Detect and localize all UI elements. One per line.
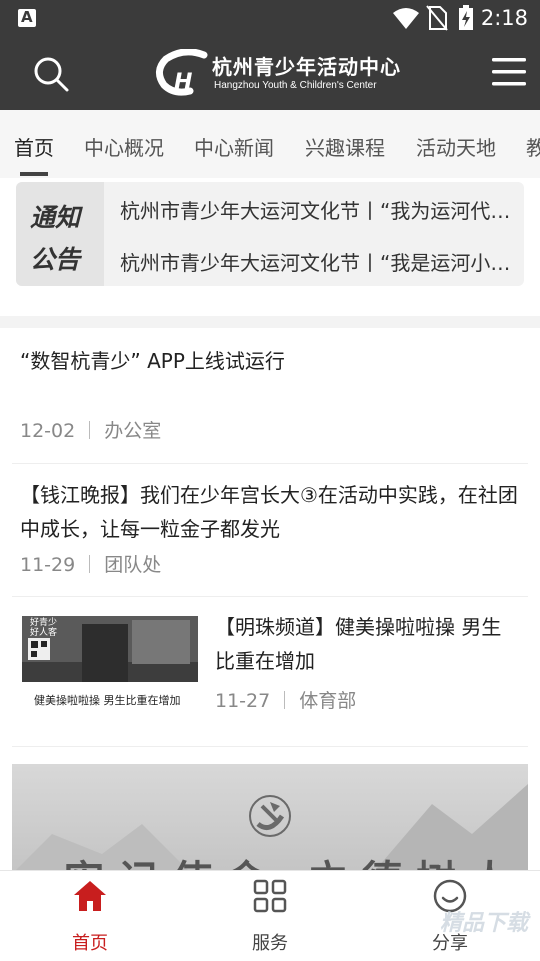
category-tabs: 首页 中心概况 中心新闻 兴趣课程 活动天地 教: [0, 110, 540, 178]
news-item[interactable]: 【明珠频道】健美操啦啦操 男生比重在增加 11-27 体育部: [215, 610, 520, 713]
notice-tag-line1: 通知: [30, 203, 81, 232]
news-dept: 体育部: [299, 690, 357, 712]
news-thumbnail[interactable]: 好青少 好人客 健美操啦啦操 男生比重在增加: [22, 616, 198, 726]
news-meta: 12-02 办公室: [20, 416, 520, 443]
thumbnail-sign: 好青少 好人客: [30, 618, 58, 638]
news-title: 【钱江晚报】我们在少年宫长大③在活动中实践，在社团中成长，让每一粒金子都发光: [20, 483, 518, 541]
notice-tag: 通知 公告: [16, 182, 104, 286]
menu-icon[interactable]: [492, 56, 526, 88]
list-divider: [12, 596, 528, 597]
thumbnail-caption: 健美操啦啦操 男生比重在增加: [34, 694, 181, 707]
news-date: 12-02: [20, 420, 76, 442]
news-item[interactable]: “数智杭青少” APP上线试运行 12-02 办公室: [20, 344, 520, 443]
search-icon[interactable]: [32, 55, 70, 93]
watermark: 精品下载: [440, 911, 529, 936]
tab-education[interactable]: 教: [526, 132, 540, 161]
logo-mark-icon: H: [156, 49, 208, 96]
list-divider: [12, 746, 528, 747]
nav-label: 首页: [72, 933, 108, 954]
wifi-icon: [393, 8, 419, 29]
svg-text:H: H: [174, 70, 192, 95]
home-icon: [74, 881, 106, 911]
tab-activities[interactable]: 活动天地: [416, 132, 496, 161]
no-sim-icon: [426, 5, 448, 31]
news-date: 11-27: [215, 690, 271, 712]
news-date: 11-29: [20, 554, 76, 576]
battery-charging-icon: [459, 5, 473, 30]
party-emblem-icon: [249, 795, 291, 837]
news-meta: 11-29 团队处: [20, 550, 520, 577]
news-dept: 办公室: [104, 420, 162, 442]
section-divider: [0, 316, 540, 328]
nav-label: 服务: [252, 933, 288, 954]
news-item[interactable]: 【钱江晚报】我们在少年宫长大③在活动中实践，在社团中成长，让每一粒金子都发光 1…: [20, 478, 520, 577]
status-bar: A 2:18: [0, 0, 540, 36]
logo-title: 杭州青少年活动中心: [212, 55, 401, 79]
tab-home[interactable]: 首页: [14, 132, 54, 161]
news-title: 【明珠频道】健美操啦啦操 男生比重在增加: [215, 615, 502, 673]
news-title: “数智杭青少” APP上线试运行: [20, 349, 285, 373]
list-divider: [12, 463, 528, 464]
a-icon: A: [18, 8, 36, 27]
promo-banner[interactable]: 牢记使命 立德树人: [12, 764, 528, 874]
active-tab-indicator: [20, 172, 48, 176]
logo-subtitle: Hangzhou Youth & Children's Center: [214, 80, 377, 91]
tab-overview[interactable]: 中心概况: [84, 132, 164, 161]
tab-interest-courses[interactable]: 兴趣课程: [305, 132, 385, 161]
news-meta: 11-27 体育部: [215, 686, 520, 713]
nav-home[interactable]: 首页: [40, 871, 140, 961]
notice-item[interactable]: 杭州市青少年大运河文化节丨“我是运河小使者”: [120, 247, 520, 276]
app-header: H 杭州青少年活动中心 Hangzhou Youth & Children's …: [0, 36, 540, 110]
nav-services[interactable]: 服务: [220, 871, 320, 961]
clock: 2:18: [480, 6, 528, 30]
grid-icon: [253, 879, 287, 913]
news-dept: 团队处: [104, 554, 162, 576]
app-logo: H 杭州青少年活动中心 Hangzhou Youth & Children's …: [154, 49, 400, 99]
notice-board: 通知 公告 杭州市青少年大运河文化节丨“我为运河代言” 杭州市青少年大运河文化节…: [16, 182, 524, 286]
tab-center-news[interactable]: 中心新闻: [194, 132, 274, 161]
notice-item[interactable]: 杭州市青少年大运河文化节丨“我为运河代言”: [120, 195, 520, 224]
notice-tag-line2: 公告: [30, 245, 81, 274]
